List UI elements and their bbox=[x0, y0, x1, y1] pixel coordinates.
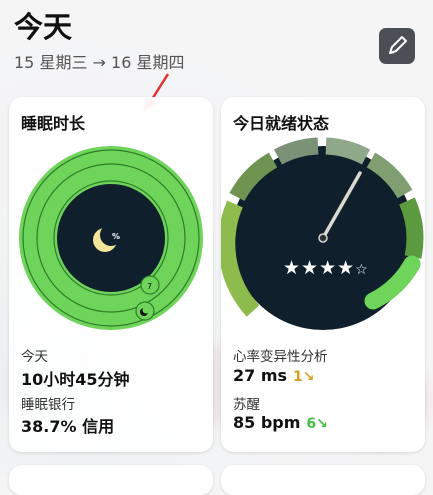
page-title: 今天 bbox=[14, 10, 73, 44]
awake-value-row: 85 bpm 6↘ bbox=[233, 413, 328, 432]
date-range: 15 星期三 → 16 星期四 bbox=[14, 53, 185, 72]
empty-stars: ☆ bbox=[355, 262, 369, 278]
svg-text:7: 7 bbox=[147, 282, 152, 291]
hrv-change: 1↘ bbox=[293, 369, 315, 385]
readiness-stars: ★★★★☆ bbox=[283, 257, 369, 279]
awake-change: 6↘ bbox=[306, 416, 328, 432]
hrv-value: 27 ms bbox=[233, 366, 288, 385]
edit-pencil-icon bbox=[389, 36, 407, 54]
filled-stars: ★★★★ bbox=[283, 257, 356, 279]
sleep-center-percent: % bbox=[112, 232, 120, 241]
today-sleep-value: 10小时45分钟 bbox=[21, 370, 130, 389]
next-card-partial[interactable] bbox=[221, 465, 425, 495]
hrv-label: 心率变异性分析 bbox=[233, 349, 328, 365]
next-card-partial[interactable] bbox=[9, 465, 213, 495]
edit-button[interactable] bbox=[379, 28, 415, 64]
readiness-card[interactable]: 今日就绪状态 ★★★★☆ 心率变异性分析 27 ms 1↘ 苏醒 85 bpm 6↘ bbox=[221, 97, 425, 452]
today-label: 今天 bbox=[21, 349, 48, 365]
readiness-gauge bbox=[221, 137, 424, 330]
awake-value: 85 bpm bbox=[233, 413, 301, 432]
awake-label: 苏醒 bbox=[233, 397, 260, 413]
sleep-bank-value: 38.7% 信用 bbox=[21, 417, 115, 436]
sleep-duration-card[interactable]: 睡眠时长 % 7 今天 10小时45分钟 睡眠银行 38.7% 信用 bbox=[9, 97, 213, 452]
hrv-value-row: 27 ms 1↘ bbox=[233, 366, 315, 385]
sleep-ring-chart: % 7 bbox=[19, 146, 203, 330]
sleep-bank-label: 睡眠银行 bbox=[21, 397, 75, 413]
